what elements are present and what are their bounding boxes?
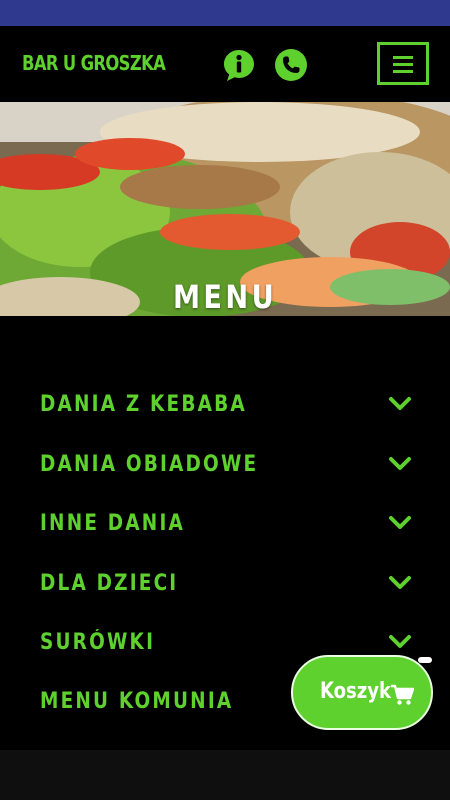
category-label: DANIA OBIADOWE <box>40 452 259 477</box>
hamburger-menu-icon <box>393 56 413 59</box>
hero-banner: MENU <box>0 102 450 316</box>
cart-label: Koszyk <box>320 679 392 704</box>
category-item-inne-dania[interactable]: INNE DANIA <box>0 499 450 549</box>
cart-button[interactable]: Koszyk <box>291 655 433 730</box>
page-title: MENU <box>172 278 278 316</box>
brand-logo[interactable]: BAR U GROSZKA <box>22 51 166 75</box>
status-bar <box>0 0 450 26</box>
shopping-cart-icon <box>391 684 414 705</box>
category-item-dania-obiadowe[interactable]: DANIA OBIADOWE <box>0 440 450 490</box>
category-label: MENU KOMUNIA <box>40 689 234 714</box>
chevron-down-icon <box>389 457 411 470</box>
info-icon[interactable] <box>222 48 256 82</box>
chevron-down-icon <box>389 635 411 648</box>
scroll-indicator <box>418 657 432 663</box>
category-label: SURÓWKI <box>40 630 156 655</box>
category-label: INNE DANIA <box>40 511 185 536</box>
phone-icon[interactable] <box>274 48 308 82</box>
page-footer-band <box>0 750 450 800</box>
category-label: DANIA Z KEBABA <box>40 392 247 417</box>
chevron-down-icon <box>389 516 411 529</box>
chevron-down-icon <box>389 397 411 410</box>
site-header: BAR U GROSZKA <box>0 26 450 102</box>
category-item-dania-z-kebaba[interactable]: DANIA Z KEBABA <box>0 380 450 430</box>
hamburger-menu-button[interactable] <box>377 42 429 85</box>
category-item-dla-dzieci[interactable]: DLA DZIECI <box>0 559 450 609</box>
chevron-down-icon <box>389 576 411 589</box>
category-label: DLA DZIECI <box>40 571 179 596</box>
